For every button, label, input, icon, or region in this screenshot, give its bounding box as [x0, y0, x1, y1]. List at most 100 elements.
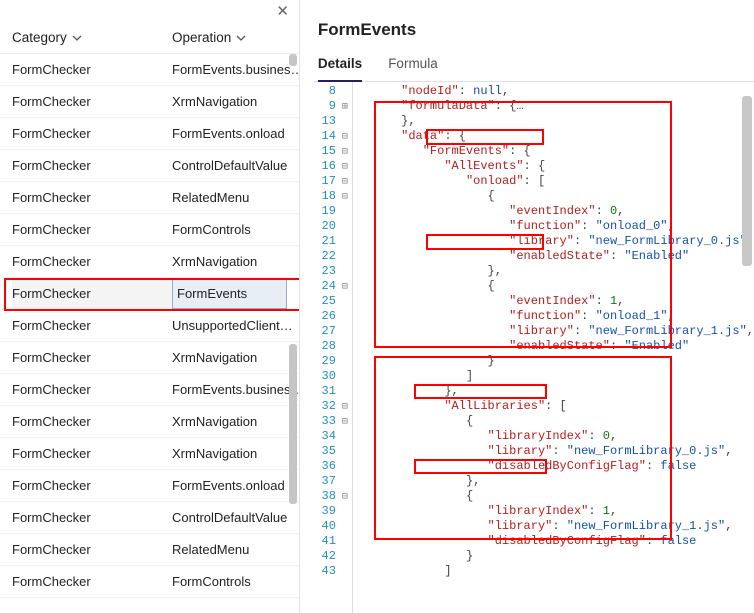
- code-line: 41 "disabledByConfigFlag": false: [314, 534, 754, 549]
- line-number: 14: [314, 129, 338, 144]
- cell-operation: XrmNavigation: [172, 446, 287, 461]
- line-number: 37: [314, 474, 338, 489]
- cell-category: FormChecker: [12, 222, 172, 237]
- table-row[interactable]: FormCheckerControlDefaultValue: [0, 150, 299, 182]
- tab-details[interactable]: Details: [318, 56, 362, 82]
- pane-header: ✕: [0, 0, 299, 22]
- fold-gutter[interactable]: ⊟: [338, 159, 352, 175]
- tab-formula[interactable]: Formula: [388, 56, 438, 81]
- table-row[interactable]: FormCheckerFormEvents.busines…: [0, 374, 299, 406]
- table-row[interactable]: FormCheckerFormControls: [0, 214, 299, 246]
- cell-category: FormChecker: [12, 510, 172, 525]
- code-line: 29 }: [314, 354, 754, 369]
- cell-operation: ControlDefaultValue: [172, 158, 299, 173]
- cell-category: FormChecker: [12, 286, 172, 301]
- code-text: "function": "onload_0",: [352, 219, 675, 234]
- line-number: 34: [314, 429, 338, 444]
- table-row[interactable]: FormCheckerFormEvents.busines…: [0, 54, 299, 86]
- scroll-thumb[interactable]: [742, 96, 752, 266]
- line-number: 20: [314, 219, 338, 234]
- code-text: "AllEvents": {: [352, 159, 545, 174]
- line-number: 39: [314, 504, 338, 519]
- code-line: 21 "library": "new_FormLibrary_0.js",: [314, 234, 754, 249]
- rows-inner[interactable]: FormCheckerFormEvents.busines…FormChecke…: [0, 54, 299, 613]
- detail-title: FormEvents: [314, 10, 754, 56]
- fold-gutter[interactable]: ⊟: [338, 129, 352, 145]
- cell-category: FormChecker: [12, 414, 172, 429]
- cell-category: FormChecker: [12, 350, 172, 365]
- fold-gutter[interactable]: ⊞: [338, 99, 352, 115]
- table-row[interactable]: FormCheckerFormControls: [0, 566, 299, 598]
- code-line: 17⊟ "onload": [: [314, 174, 754, 189]
- line-number: 28: [314, 339, 338, 354]
- code-text: "AllLibraries": [: [352, 399, 567, 414]
- cell-operation: XrmNavigation: [172, 350, 287, 365]
- code-line: 35 "library": "new_FormLibrary_0.js",: [314, 444, 754, 459]
- cell-operation: XrmNavigation: [172, 254, 287, 269]
- app-root: ✕ Category Operation FormCheckerFormEven…: [0, 0, 754, 613]
- cell-operation: FormEvents.busines…: [172, 62, 299, 77]
- code-text: {: [352, 279, 495, 294]
- code-line: 14⊟ "data": {: [314, 129, 754, 144]
- code-text: ]: [352, 369, 473, 384]
- table-row[interactable]: FormCheckerFormEvents: [0, 278, 299, 310]
- code-line: 18⊟ {: [314, 189, 754, 204]
- table-row[interactable]: FormCheckerXrmNavigation: [0, 438, 299, 470]
- header-category[interactable]: Category: [12, 30, 172, 45]
- fold-gutter[interactable]: ⊟: [338, 399, 352, 415]
- code-text: "library": "new_FormLibrary_1.js",: [352, 519, 732, 534]
- code-line: 31 },: [314, 384, 754, 399]
- table-row[interactable]: FormCheckerUnsupportedClient…: [0, 310, 299, 342]
- code-line: 28 "enabledState": "Enabled": [314, 339, 754, 354]
- table-row[interactable]: FormCheckerXrmNavigation: [0, 246, 299, 278]
- table-row[interactable]: FormCheckerRelatedMenu: [0, 534, 299, 566]
- fold-gutter[interactable]: ⊟: [338, 279, 352, 295]
- code-line: 16⊟ "AllEvents": {: [314, 159, 754, 174]
- cell-category: FormChecker: [12, 382, 172, 397]
- scrollbar[interactable]: [742, 96, 752, 613]
- table-row[interactable]: FormCheckerXrmNavigation: [0, 406, 299, 438]
- cell-category: FormChecker: [12, 318, 172, 333]
- fold-gutter[interactable]: ⊟: [338, 144, 352, 160]
- table-row[interactable]: FormCheckerXrmNavigation: [0, 86, 299, 118]
- line-number: 18: [314, 189, 338, 204]
- scroll-thumb[interactable]: [289, 344, 297, 504]
- header-operation[interactable]: Operation: [172, 30, 287, 45]
- table-row[interactable]: FormCheckerControlDefaultValue: [0, 502, 299, 534]
- cell-category: FormChecker: [12, 158, 172, 173]
- fold-gutter[interactable]: ⊟: [338, 414, 352, 430]
- table-row[interactable]: FormCheckerXrmNavigation: [0, 342, 299, 374]
- line-number: 27: [314, 324, 338, 339]
- code-line: 9⊞ "formulaData": {…: [314, 99, 754, 114]
- code-text: "library": "new_FormLibrary_1.js",: [352, 324, 754, 339]
- table-row[interactable]: FormCheckerFormEvents.onload: [0, 118, 299, 150]
- line-number: 9: [314, 99, 338, 114]
- header-operation-label: Operation: [172, 30, 231, 45]
- code-line: 30 ]: [314, 369, 754, 384]
- code-line: 32⊟ "AllLibraries": [: [314, 399, 754, 414]
- code-viewer[interactable]: 8 "nodeId": null,9⊞ "formulaData": {…13 …: [314, 82, 754, 613]
- close-icon[interactable]: ✕: [276, 2, 289, 20]
- code-text: "data": {: [352, 129, 466, 144]
- scroll-thumb[interactable]: [289, 54, 297, 66]
- code-line: 34 "libraryIndex": 0,: [314, 429, 754, 444]
- fold-gutter[interactable]: ⊟: [338, 174, 352, 190]
- fold-gutter[interactable]: ⊟: [338, 189, 352, 205]
- chevron-down-icon: [71, 32, 83, 44]
- line-number: 42: [314, 549, 338, 564]
- line-number: 13: [314, 114, 338, 129]
- table-row[interactable]: FormCheckerRelatedMenu: [0, 182, 299, 214]
- cell-operation: FormControls: [172, 222, 287, 237]
- code-line: 19 "eventIndex": 0,: [314, 204, 754, 219]
- code-line: 23 },: [314, 264, 754, 279]
- tab-bar: Details Formula: [314, 56, 754, 82]
- line-number: 22: [314, 249, 338, 264]
- scrollbar[interactable]: [287, 54, 297, 613]
- code-text: {: [352, 189, 495, 204]
- code-text: "nodeId": null,: [352, 84, 509, 99]
- table-row[interactable]: FormCheckerFormEvents.onload: [0, 470, 299, 502]
- cell-category: FormChecker: [12, 126, 172, 141]
- fold-gutter[interactable]: ⊟: [338, 489, 352, 505]
- cell-category: FormChecker: [12, 542, 172, 557]
- code-line: 25 "eventIndex": 1,: [314, 294, 754, 309]
